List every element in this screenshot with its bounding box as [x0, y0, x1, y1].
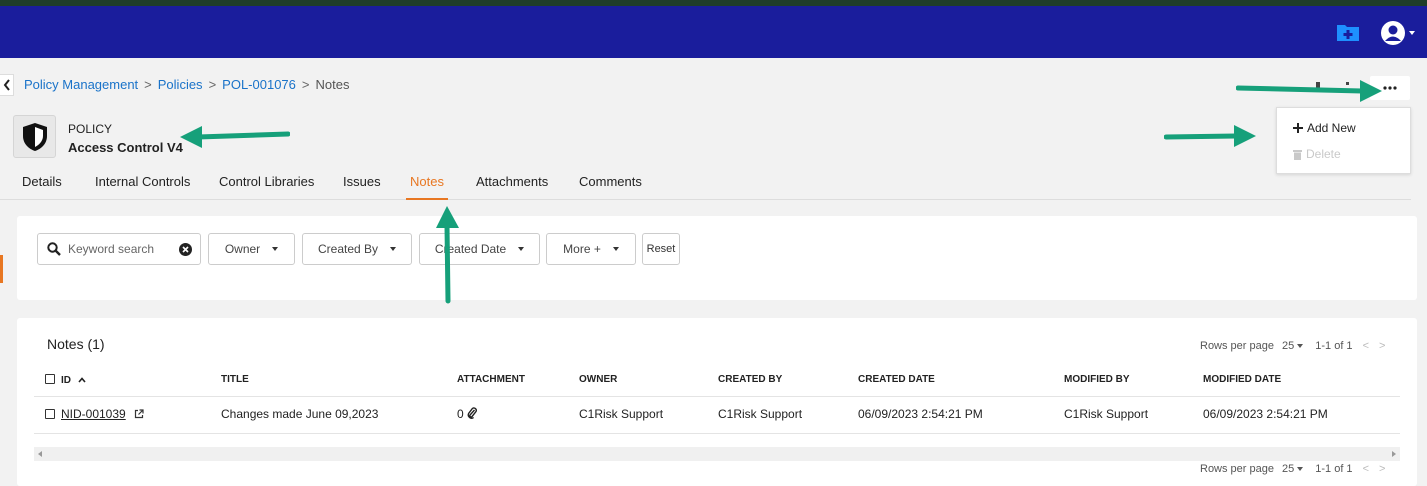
delete-menu-item: Delete [1293, 147, 1341, 161]
next-page-icon[interactable]: > [1379, 340, 1385, 352]
page-range: 1-1 of 1 [1315, 463, 1353, 475]
attachment-count: 0 [457, 407, 464, 421]
external-link-icon[interactable] [134, 409, 144, 419]
rows-per-page-value: 25 [1282, 340, 1295, 352]
created-by-filter-label: Created By [317, 242, 379, 256]
select-all-checkbox[interactable] [45, 374, 55, 384]
column-header-title[interactable]: TITLE [221, 374, 249, 385]
annotation-arrow-entity [180, 126, 290, 148]
row-modified-date-cell: 06/09/2023 2:54:21 PM [1203, 407, 1328, 421]
folder-plus-icon[interactable] [1336, 22, 1360, 42]
more-filters-label: More + [563, 242, 601, 256]
rows-per-page-label: Rows per page [1200, 463, 1274, 475]
breadcrumb-current: Notes [315, 77, 350, 92]
notes-section-title: Notes (1) [47, 336, 105, 352]
tab-attachments[interactable]: Attachments [476, 174, 548, 198]
user-avatar-icon[interactable] [1380, 20, 1416, 46]
plus-icon [1293, 123, 1303, 133]
reset-button[interactable]: Reset [642, 233, 680, 265]
page-range: 1-1 of 1 [1315, 340, 1353, 352]
tab-bar: Details Internal Controls Control Librar… [0, 172, 1411, 200]
chevron-down-icon [1297, 467, 1304, 471]
chevron-down-icon [612, 247, 619, 251]
chevron-down-icon [390, 247, 397, 251]
breadcrumb: Policy Management > Policies > POL-001076 > No… [24, 77, 350, 92]
rows-per-page-label: Rows per page [1200, 340, 1274, 352]
column-header-created-date[interactable]: CREATED DATE [858, 374, 935, 385]
owner-filter-label: Owner [224, 242, 261, 256]
rows-per-page-select[interactable]: 25 [1282, 340, 1304, 352]
prev-page-icon[interactable]: < [1363, 463, 1369, 475]
note-id-link[interactable]: NID-001039 [61, 407, 126, 421]
row-title-cell: Changes made June 09,2023 [221, 407, 379, 421]
column-header-id[interactable]: ID [45, 374, 86, 386]
prev-page-icon[interactable]: < [1363, 340, 1369, 352]
filter-panel: Owner Created By Created Date More + Res… [17, 216, 1417, 300]
breadcrumb-policy-id[interactable]: POL-001076 [222, 77, 296, 92]
clear-search-icon[interactable] [179, 243, 192, 256]
sort-ascending-icon[interactable] [78, 377, 86, 383]
column-header-created-by[interactable]: CREATED BY [718, 374, 782, 385]
chevron-down-icon [1297, 344, 1304, 348]
column-header-id-label: ID [61, 375, 71, 386]
tab-control-libraries[interactable]: Control Libraries [219, 174, 314, 198]
created-by-filter[interactable]: Created By [302, 233, 412, 265]
scroll-right-icon[interactable] [1392, 451, 1396, 457]
actions-menu: Add New Delete [1276, 107, 1411, 174]
owner-filter[interactable]: Owner [208, 233, 295, 265]
tab-notes[interactable]: Notes [406, 174, 448, 200]
trash-icon [1293, 149, 1302, 160]
columns-icon[interactable] [1346, 82, 1358, 92]
delete-label: Delete [1306, 147, 1341, 161]
tab-comments[interactable]: Comments [579, 174, 642, 198]
breadcrumb-policy-management[interactable]: Policy Management [24, 77, 138, 92]
pagination-bottom: Rows per page 25 1-1 of 1 < > [1200, 463, 1385, 475]
row-id-cell: NID-001039 [45, 407, 144, 421]
row-created-date-cell: 06/09/2023 2:54:21 PM [858, 407, 983, 421]
info-icon[interactable] [1316, 82, 1320, 92]
search-input[interactable] [68, 241, 176, 257]
chevron-down-icon [272, 247, 279, 251]
row-modified-by-cell: C1Risk Support [1064, 407, 1149, 421]
row-checkbox[interactable] [45, 409, 55, 419]
more-filters[interactable]: More + [546, 233, 636, 265]
annotation-arrow-more-actions [1236, 80, 1382, 102]
chevron-down-icon [518, 247, 525, 251]
pagination-top: Rows per page 25 1-1 of 1 < > [1200, 340, 1385, 352]
row-divider [34, 433, 1400, 434]
side-panel-handle[interactable] [0, 255, 3, 283]
rows-per-page-value: 25 [1282, 463, 1295, 475]
tab-internal-controls[interactable]: Internal Controls [95, 174, 190, 198]
row-created-by-cell: C1Risk Support [718, 407, 803, 421]
more-actions-button[interactable] [1370, 76, 1410, 100]
created-date-filter[interactable]: Created Date [419, 233, 540, 265]
header-divider [34, 396, 1400, 397]
entity-type: POLICY [68, 122, 113, 136]
next-page-icon[interactable]: > [1379, 463, 1385, 475]
breadcrumb-policies[interactable]: Policies [158, 77, 203, 92]
annotation-arrow-add-new [1164, 125, 1256, 147]
horizontal-scrollbar[interactable] [34, 447, 1400, 461]
column-header-modified-date[interactable]: MODIFIED DATE [1203, 374, 1281, 385]
add-new-menu-item[interactable]: Add New [1293, 121, 1356, 135]
scroll-left-icon[interactable] [38, 451, 42, 457]
column-header-attachment[interactable]: ATTACHMENT [457, 374, 525, 385]
column-header-modified-by[interactable]: MODIFIED BY [1064, 374, 1130, 385]
keyword-search [37, 233, 201, 265]
add-new-label: Add New [1307, 121, 1356, 135]
column-header-owner[interactable]: OWNER [579, 374, 617, 385]
entity-name: Access Control V4 [68, 140, 183, 155]
created-date-filter-label: Created Date [434, 242, 507, 256]
shield-icon [13, 115, 56, 158]
tab-issues[interactable]: Issues [343, 174, 381, 198]
back-button[interactable] [0, 74, 14, 96]
notes-table-card: Notes (1) Rows per page 25 1-1 of 1 < > … [17, 318, 1417, 486]
row-owner-cell: C1Risk Support [579, 407, 664, 421]
search-icon [47, 242, 61, 256]
top-navbar [0, 6, 1427, 58]
tab-details[interactable]: Details [22, 174, 62, 198]
row-attachment-cell: 0 [457, 407, 477, 421]
rows-per-page-select[interactable]: 25 [1282, 463, 1304, 475]
paperclip-icon[interactable] [467, 407, 477, 419]
